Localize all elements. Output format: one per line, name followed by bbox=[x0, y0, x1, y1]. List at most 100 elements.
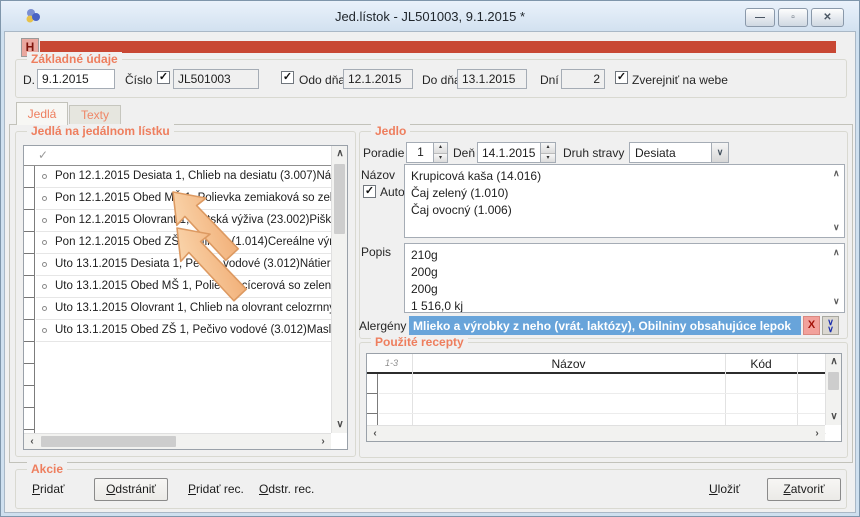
meal-row-text: Uto 13.1.2015 Olovrant 1, Chlieb na olov… bbox=[55, 302, 332, 314]
scroll-up-icon[interactable]: ∧ bbox=[332, 146, 348, 162]
meal-row-text: Pon 12.1.2015 Obed ZŠ 1, Mlieko (1.014)C… bbox=[55, 236, 332, 248]
spin-down-icon[interactable]: ▾ bbox=[434, 153, 447, 163]
meal-type-select[interactable]: Desiata ∨ bbox=[629, 142, 729, 163]
meal-row[interactable]: Uto 13.1.2015 Obed MŠ 1, Polievka cícero… bbox=[36, 276, 332, 298]
add-button[interactable]: Pridať bbox=[32, 482, 65, 496]
scroll-right-icon[interactable]: › bbox=[809, 426, 825, 442]
row-selector-gutter[interactable] bbox=[367, 374, 378, 425]
title-bar[interactable]: Jed.lístok - JL501003, 9.1.2015 * — ▫ ✕ bbox=[1, 1, 859, 31]
remove-recipe-button[interactable]: Odstr. rec. bbox=[259, 482, 314, 496]
to-date-label: Do dňa bbox=[422, 73, 461, 87]
meal-row-text: Pon 12.1.2015 Olovrant 1, Detská výživa … bbox=[55, 214, 332, 226]
scroll-down-icon[interactable]: ∨ bbox=[833, 222, 840, 233]
scroll-up-icon[interactable]: ∧ bbox=[833, 247, 840, 258]
recipes-col-nazov[interactable]: Názov bbox=[412, 357, 725, 371]
day-input[interactable] bbox=[477, 142, 541, 163]
empty-row[interactable] bbox=[379, 374, 826, 394]
meal-row-text: Pon 12.1.2015 Desiata 1, Chlieb na desia… bbox=[55, 170, 332, 182]
order-value[interactable]: 1 bbox=[407, 143, 434, 162]
number-input[interactable] bbox=[173, 69, 259, 89]
scroll-up-icon[interactable]: ∧ bbox=[826, 354, 842, 370]
add-recipe-button[interactable]: Pridať rec. bbox=[188, 482, 244, 496]
meal-type-label: Druh stravy bbox=[563, 146, 624, 160]
meal-row-text: Uto 13.1.2015 Obed MŠ 1, Polievka cícero… bbox=[55, 280, 332, 292]
tab-jedla[interactable]: Jedlá bbox=[16, 102, 68, 125]
actions-group-title: Akcie bbox=[27, 462, 67, 476]
chevron-down-icon[interactable]: ∨ bbox=[711, 143, 728, 162]
meal-row[interactable]: Uto 13.1.2015 Desiata 1, Pečivo vodové (… bbox=[36, 254, 332, 276]
meal-bullet-icon bbox=[42, 240, 47, 245]
meal-row[interactable]: Uto 13.1.2015 Olovrant 1, Chlieb na olov… bbox=[36, 298, 332, 320]
date-input[interactable] bbox=[37, 69, 115, 89]
to-date-input[interactable] bbox=[457, 69, 527, 89]
meal-row[interactable]: Pon 12.1.2015 Olovrant 1, Detská výživa … bbox=[36, 210, 332, 232]
scroll-down-icon[interactable]: ∨ bbox=[826, 409, 842, 425]
meal-bullet-icon bbox=[42, 174, 47, 179]
days-input[interactable] bbox=[561, 69, 605, 89]
auto-checkbox[interactable]: ✓ bbox=[363, 185, 376, 198]
from-date-label: Odo dňa bbox=[299, 73, 345, 87]
jedlo-group-title: Jedlo bbox=[371, 124, 410, 138]
meal-row[interactable]: Pon 12.1.2015 Obed ZŠ 1, Mlieko (1.014)C… bbox=[36, 232, 332, 254]
date-label: D. bbox=[23, 73, 35, 87]
name-textarea[interactable]: Krupicová kaša (14.016) Čaj zelený (1.01… bbox=[404, 164, 845, 238]
close-form-button[interactable]: Zatvoriť bbox=[767, 478, 841, 501]
description-textarea[interactable]: 210g 200g 200g 1 516,0 kj bbox=[404, 243, 845, 313]
range-checkbox[interactable]: ✓ bbox=[281, 71, 294, 84]
recipes-header: 1-3 Názov Kód bbox=[367, 354, 826, 374]
scroll-left-icon[interactable]: ‹ bbox=[367, 426, 383, 442]
number-checkbox[interactable]: ✓ bbox=[157, 71, 170, 84]
scroll-left-icon[interactable]: ‹ bbox=[24, 434, 40, 450]
recipes-vscrollbar[interactable]: ∧ ∨ bbox=[825, 354, 841, 425]
meal-list-group-title: Jedlá na jedálnom lístku bbox=[27, 124, 174, 138]
empty-row[interactable] bbox=[379, 394, 826, 414]
meal-bullet-icon bbox=[42, 328, 47, 333]
spin-up-icon[interactable]: ▴ bbox=[434, 143, 447, 153]
meal-row[interactable]: Uto 13.1.2015 Obed ZŠ 1, Pečivo vodové (… bbox=[36, 320, 332, 342]
save-button[interactable]: Uložiť bbox=[709, 482, 740, 496]
recipes-col-kod[interactable]: Kód bbox=[725, 357, 797, 371]
remove-button[interactable]: Odstrániť bbox=[94, 478, 168, 501]
from-date-input[interactable] bbox=[343, 69, 413, 89]
day-stepper[interactable]: ▴ ▾ bbox=[541, 142, 556, 163]
recipes-hscrollbar[interactable]: ‹ › bbox=[367, 425, 825, 441]
meal-row-text: Uto 13.1.2015 Desiata 1, Pečivo vodové (… bbox=[55, 258, 332, 270]
allergens-remove-button[interactable]: X bbox=[803, 316, 820, 335]
red-accent-bar bbox=[40, 41, 836, 53]
tab-texty[interactable]: Texty bbox=[69, 105, 121, 125]
description-label: Popis bbox=[361, 245, 391, 259]
spin-down-icon[interactable]: ▾ bbox=[541, 153, 555, 163]
order-stepper[interactable]: 1 ▴ ▾ bbox=[406, 142, 448, 163]
allergens-pick-button[interactable]: ∨∨ bbox=[822, 316, 839, 335]
meal-bullet-icon bbox=[42, 196, 47, 201]
hscroll-thumb[interactable] bbox=[41, 436, 176, 447]
close-button[interactable]: ✕ bbox=[811, 8, 844, 27]
recipes-table[interactable]: 1-3 Názov Kód ∧ ∨ ‹ › bbox=[366, 353, 842, 442]
meal-list-hscrollbar[interactable]: ‹ › bbox=[24, 433, 331, 449]
publish-checkbox[interactable]: ✓ bbox=[615, 71, 628, 84]
scroll-right-icon[interactable]: › bbox=[315, 434, 331, 450]
meal-list[interactable]: ✓ Pon 12.1.2015 Desiata 1, Chlieb na des… bbox=[23, 145, 348, 450]
meal-type-value: Desiata bbox=[635, 146, 676, 160]
minimize-button[interactable]: — bbox=[745, 8, 775, 27]
scroll-down-icon[interactable]: ∨ bbox=[332, 417, 348, 433]
order-spin-buttons[interactable]: ▴ ▾ bbox=[433, 143, 447, 162]
vscroll-thumb[interactable] bbox=[334, 164, 345, 234]
meal-row[interactable]: Pon 12.1.2015 Obed MŠ 1, Polievka zemiak… bbox=[36, 188, 332, 210]
scroll-up-icon[interactable]: ∧ bbox=[833, 168, 840, 179]
meal-row[interactable]: Pon 12.1.2015 Desiata 1, Chlieb na desia… bbox=[36, 166, 332, 188]
meal-row-text: Uto 13.1.2015 Obed ZŠ 1, Pečivo vodové (… bbox=[55, 324, 332, 336]
app-window: Jed.lístok - JL501003, 9.1.2015 * — ▫ ✕ … bbox=[0, 0, 860, 517]
vscroll-thumb[interactable] bbox=[828, 372, 839, 390]
check-column-icon: ✓ bbox=[38, 148, 48, 162]
day-spin-buttons[interactable]: ▴ ▾ bbox=[541, 143, 555, 162]
meal-row-text: Pon 12.1.2015 Obed MŠ 1, Polievka zemiak… bbox=[55, 192, 332, 204]
maximize-button[interactable]: ▫ bbox=[778, 8, 808, 27]
auto-label: Auto bbox=[380, 185, 405, 199]
row-selector-gutter[interactable] bbox=[24, 166, 35, 433]
spin-up-icon[interactable]: ▴ bbox=[541, 143, 555, 153]
scroll-down-icon[interactable]: ∨ bbox=[833, 296, 840, 307]
publish-label: Zverejniť na webe bbox=[632, 73, 728, 87]
allergens-label: Alergény bbox=[359, 319, 406, 333]
meal-list-vscrollbar[interactable]: ∧ ∨ bbox=[331, 146, 347, 433]
